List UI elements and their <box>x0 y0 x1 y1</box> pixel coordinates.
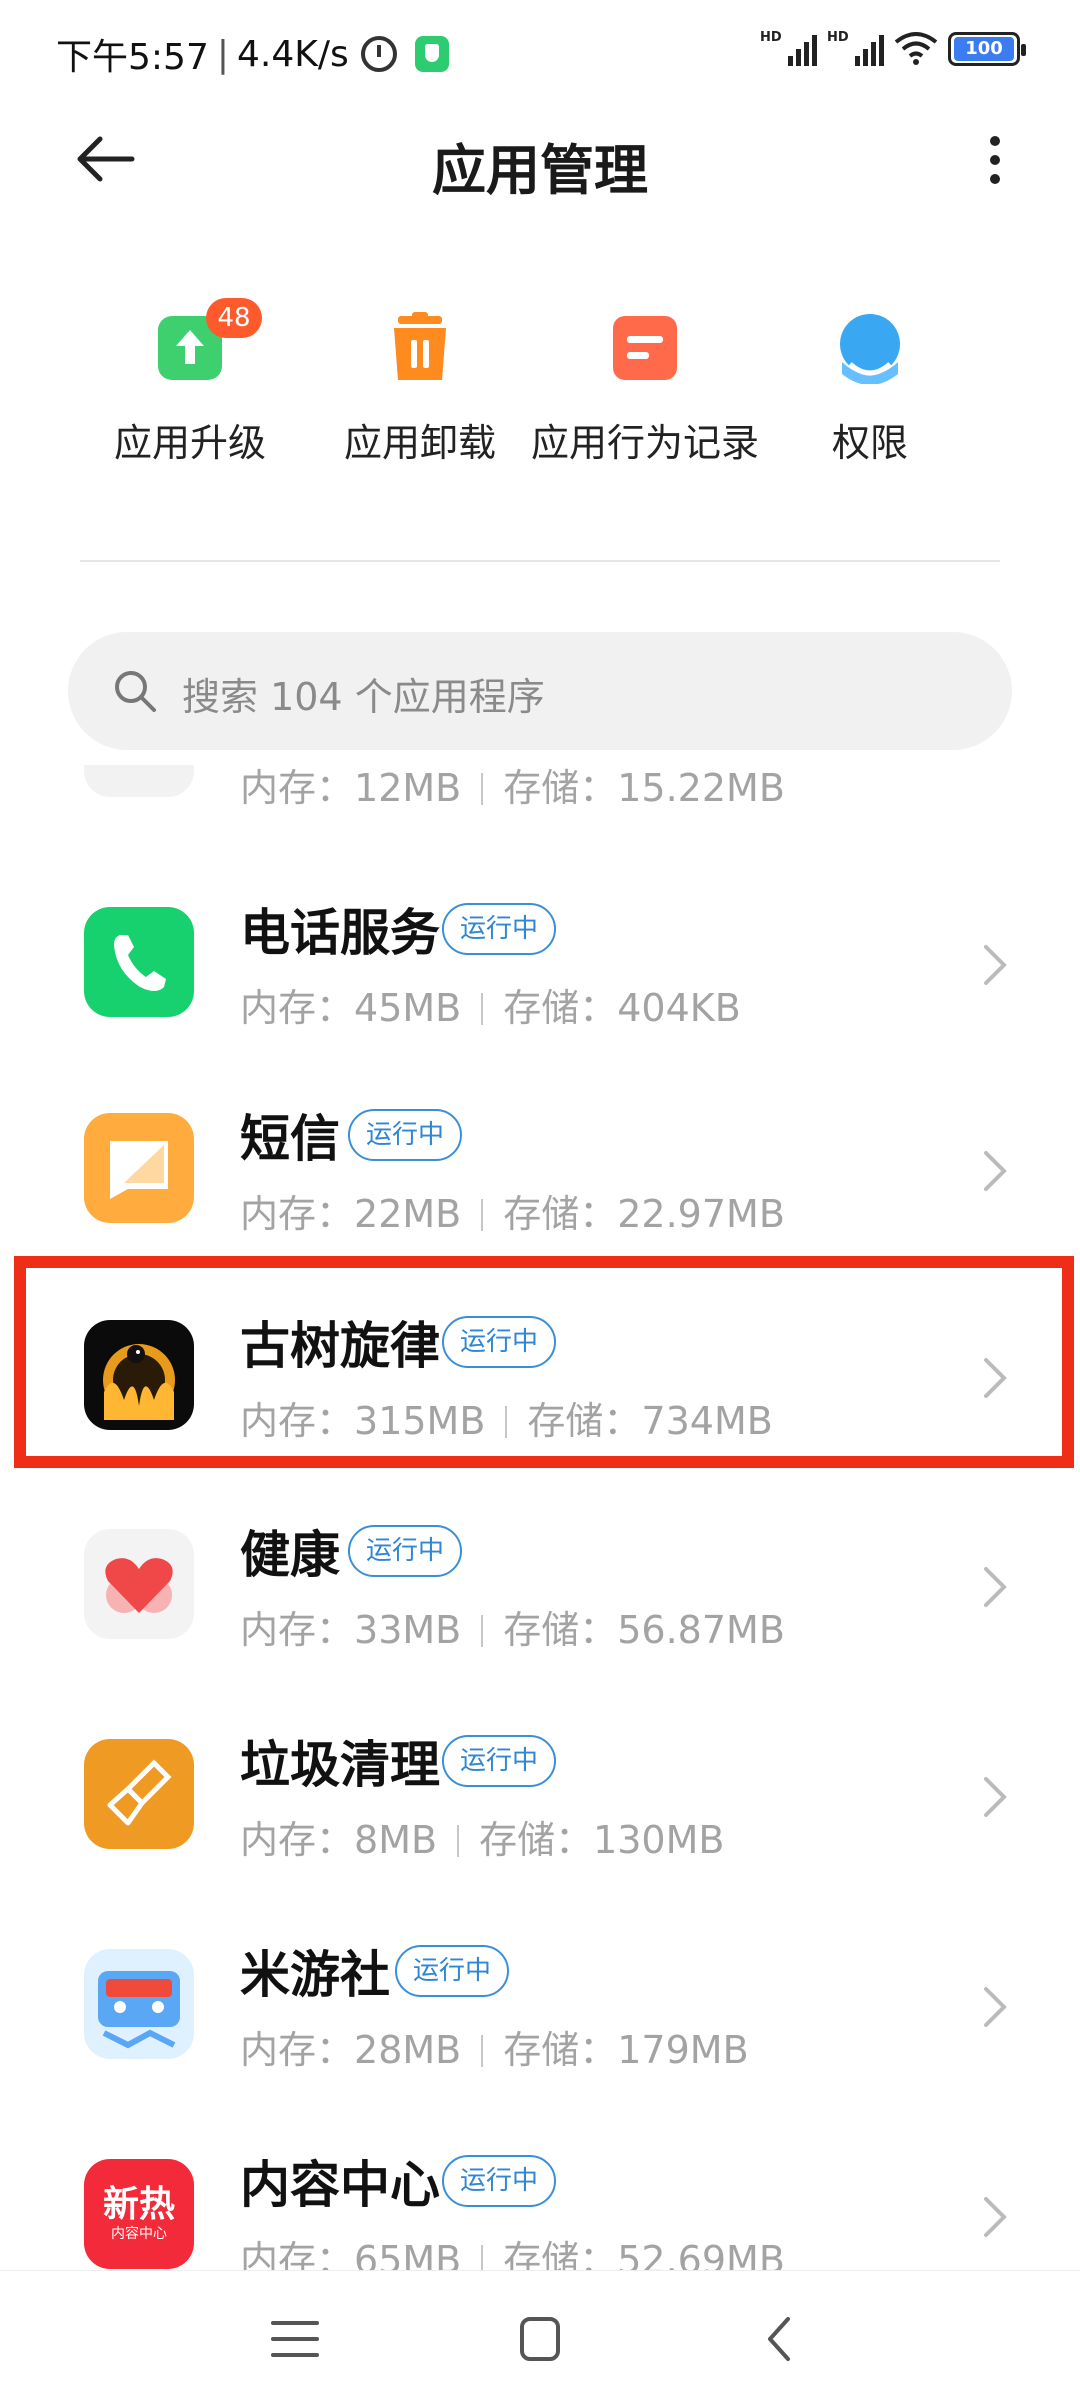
wifi-icon <box>894 30 938 66</box>
menu-icon[interactable] <box>265 2311 325 2367</box>
app-uninstall-button[interactable]: 应用卸载 <box>300 300 540 467</box>
app-name: 电话服务 <box>240 904 440 962</box>
alarm-icon <box>360 36 397 72</box>
signal-icon: HD <box>827 30 884 66</box>
status-bar: 下午5:57 | 4.4K/s HD HD 100 <box>0 0 1080 100</box>
update-count-badge: 48 <box>206 298 262 338</box>
phone-icon <box>84 907 194 1017</box>
search-icon <box>115 671 156 712</box>
status-badge: 运行中 <box>395 1945 510 1997</box>
page-title: 应用管理 <box>432 139 648 202</box>
chevron-right-icon <box>984 1987 1007 2027</box>
app-name: 健康 <box>240 1526 340 1584</box>
status-badge: 运行中 <box>348 1109 463 1161</box>
chevron-right-icon <box>984 2197 1007 2237</box>
app-upgrade-button[interactable]: 48 应用升级 <box>70 298 310 467</box>
status-badge: 运行中 <box>442 1735 557 1787</box>
app-name: 短信 <box>240 1110 340 1168</box>
app-meta: 内存：45MB 存储：404KB <box>240 986 741 1030</box>
status-badge: 运行中 <box>442 2155 557 2207</box>
trash-icon <box>384 312 456 384</box>
app-meta: 内存：28MB 存储：179MB <box>240 2028 749 2072</box>
heart-icon <box>84 1529 194 1639</box>
app-icon <box>84 765 194 797</box>
app-list[interactable]: 内存：12MB 存储：15.22MB 电话服务 运行中 内存：45MB 存储：404… <box>0 765 1080 2270</box>
content-center-icon: 新热 内容中心 <box>84 2159 194 2269</box>
permission-icon <box>834 312 906 385</box>
shield-app-icon <box>414 36 449 72</box>
divider <box>80 560 1000 562</box>
qa-label: 应用升级 <box>113 421 266 465</box>
app-meta: 内存：12MB 存储：15.22MB <box>240 766 785 810</box>
qa-label: 应用行为记录 <box>530 421 759 465</box>
signal-icon: HD <box>760 30 817 66</box>
status-badge: 运行中 <box>348 1525 463 1577</box>
upgrade-icon: 48 <box>154 298 262 384</box>
more-vertical-icon <box>990 136 1000 146</box>
chevron-right-icon <box>984 1777 1007 1817</box>
status-net-speed: 4.4K/s <box>236 33 349 75</box>
back-icon[interactable] <box>750 2311 810 2367</box>
list-item[interactable]: 米游社 运行中 内存：28MB 存储：179MB <box>0 1907 1080 2117</box>
app-meta: 内存：33MB 存储：56.87MB <box>240 1608 785 1652</box>
qa-label: 应用卸载 <box>343 421 496 465</box>
list-item[interactable]: 新热 内容中心 内容中心 运行中 内存：65MB 存储：52.69MB <box>0 2117 1080 2270</box>
message-icon <box>84 1113 194 1223</box>
chevron-right-icon <box>984 1567 1007 1607</box>
chevron-right-icon <box>984 945 1007 985</box>
app-name: 米游社 <box>240 1946 390 2004</box>
list-item[interactable]: 健康 运行中 内存：33MB 存储：56.87MB <box>0 1487 1080 1697</box>
status-right: HD HD 100 <box>760 30 1026 66</box>
app-name: 垃圾清理 <box>240 1736 440 1794</box>
broom-icon <box>84 1739 194 1849</box>
search-input[interactable]: 搜索 104 个应用程序 <box>68 632 1012 750</box>
list-item[interactable]: 电话服务 运行中 内存：45MB 存储：404KB <box>0 865 1080 1075</box>
battery-icon: 100 <box>948 32 1026 66</box>
quick-actions: 48 应用升级 应用卸载 应用行为记录 权限 <box>0 298 1080 480</box>
permission-button[interactable]: 权限 <box>750 300 990 467</box>
list-item[interactable]: 垃圾清理 运行中 内存：8MB 存储：130MB <box>0 1697 1080 1907</box>
app-meta: 内存：8MB 存储：130MB <box>240 1818 725 1862</box>
app-name: 内容中心 <box>240 2156 440 2214</box>
record-icon <box>609 312 681 384</box>
status-time: 下午5:57 <box>56 37 209 78</box>
status-badge: 运行中 <box>442 903 557 955</box>
more-button[interactable] <box>980 130 1010 190</box>
miyoushe-icon <box>84 1949 194 2059</box>
search-placeholder: 搜索 104 个应用程序 <box>182 675 545 719</box>
status-left: 下午5:57 | 4.4K/s <box>56 28 449 80</box>
qa-label: 权限 <box>831 421 908 465</box>
home-icon[interactable] <box>510 2311 570 2367</box>
list-item[interactable]: 短信 运行中 内存：22MB 存储：22.97MB <box>0 1071 1080 1281</box>
nav-bar <box>0 2270 1080 2400</box>
app-behavior-record-button[interactable]: 应用行为记录 <box>525 300 765 467</box>
app-meta: 内存：22MB 存储：22.97MB <box>240 1192 785 1236</box>
app-meta: 内存：65MB 存储：52.69MB <box>240 2229 785 2270</box>
highlight-box <box>14 1256 1074 1468</box>
chevron-right-icon <box>984 1151 1007 1191</box>
header: 应用管理 <box>0 100 1080 220</box>
list-item[interactable]: 内存：12MB 存储：15.22MB <box>0 765 1080 855</box>
